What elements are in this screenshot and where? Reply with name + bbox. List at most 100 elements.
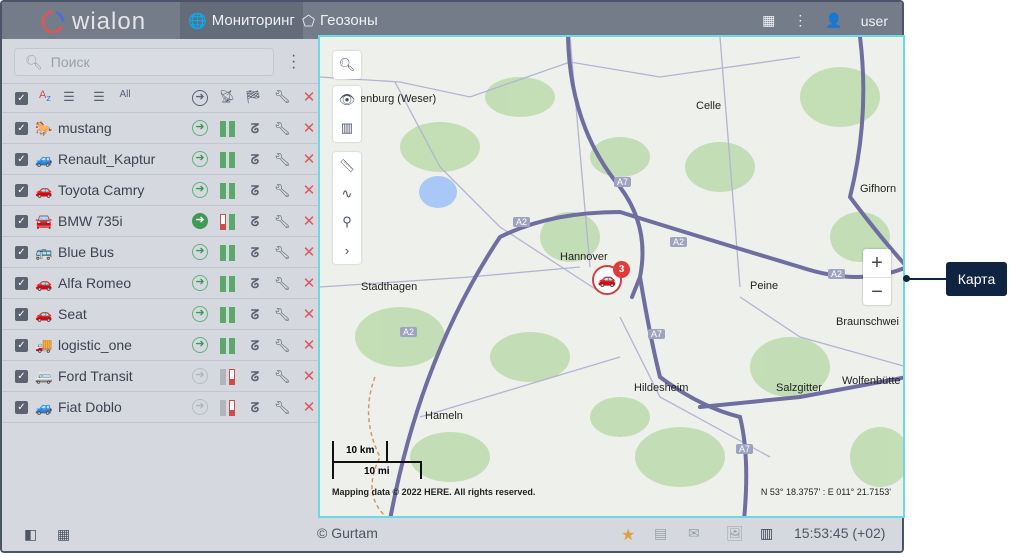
unit-row[interactable]: ✓ 🚙 Renault_Kaptur ➜ ᘔ 🔧︎ ✕: [2, 144, 318, 175]
wrench-icon[interactable]: 🔧︎: [273, 400, 291, 416]
connection-icon[interactable]: ᘔ: [246, 338, 264, 354]
unit-checkbox[interactable]: ✓: [15, 277, 28, 290]
unit-name[interactable]: Ford Transit: [58, 368, 133, 384]
tab-monitoring[interactable]: 🌐 Мониторинг: [180, 2, 303, 39]
add-all-icon[interactable]: All: [116, 89, 134, 100]
wrench-icon[interactable]: 🔧︎: [273, 369, 291, 385]
unit-row[interactable]: ✓ 🚗 Alfa Romeo ➜ ᘔ 🔧︎ ✕: [2, 268, 318, 299]
connection-icon[interactable]: ᘔ: [246, 276, 264, 292]
unit-checkbox[interactable]: ✓: [15, 215, 28, 228]
unit-name[interactable]: Alfa Romeo: [58, 275, 131, 291]
locate-arrow-icon[interactable]: ➜: [192, 151, 208, 167]
unit-row[interactable]: ✓ 🚘 BMW 735i ➜ ᘔ 🔧︎ ✕: [2, 206, 318, 237]
user-icon[interactable]: 👤: [825, 12, 842, 29]
sort-icon[interactable]: Az: [36, 89, 54, 103]
unit-checkbox[interactable]: ✓: [15, 122, 28, 135]
delete-icon[interactable]: ✕: [300, 367, 318, 385]
logo[interactable]: wialon: [40, 8, 146, 36]
unit-name[interactable]: Blue Bus: [58, 244, 114, 260]
unit-checkbox[interactable]: ✓: [15, 370, 28, 383]
notification-icon[interactable]: ▤: [654, 525, 667, 542]
locate-arrow-icon[interactable]: ➜: [192, 399, 208, 415]
connection-icon[interactable]: ᘔ: [246, 121, 264, 137]
unit-name[interactable]: Seat: [58, 306, 87, 322]
delete-icon[interactable]: ✕: [300, 305, 318, 323]
search-input[interactable]: 🔍︎ Поиск: [14, 48, 274, 76]
unit-checkbox[interactable]: ✓: [15, 401, 28, 414]
unit-row[interactable]: ✓ 🚗 Toyota Camry ➜ ᘔ 🔧︎ ✕: [2, 175, 318, 206]
unit-name[interactable]: logistic_one: [58, 337, 132, 353]
wrench-icon[interactable]: 🔧︎: [273, 307, 291, 323]
layout-icon[interactable]: ▥: [760, 525, 773, 542]
tab-geofences[interactable]: ⬠ Геозоны: [294, 2, 386, 39]
delete-icon[interactable]: ✕: [300, 88, 318, 106]
wrench-icon[interactable]: 🔧︎: [273, 245, 291, 261]
apps-grid-icon[interactable]: ▦: [57, 526, 70, 543]
connection-icon[interactable]: ᘔ: [246, 214, 264, 230]
unit-checkbox[interactable]: ✓: [15, 246, 28, 259]
add-to-list-icon[interactable]: ☰: [90, 89, 108, 105]
unit-row[interactable]: ✓ 🚌 Blue Bus ➜ ᘔ 🔧︎ ✕: [2, 237, 318, 268]
messages-icon[interactable]: ✉: [688, 525, 700, 542]
unit-name[interactable]: Fiat Doblo: [58, 399, 122, 415]
map-icon[interactable]: ▥: [333, 114, 361, 142]
chevron-right-icon[interactable]: ›: [333, 236, 361, 264]
connection-icon[interactable]: ᘔ: [246, 307, 264, 323]
unit-checkbox[interactable]: ✓: [15, 153, 28, 166]
connection-icon[interactable]: ᘔ: [246, 369, 264, 385]
delete-icon[interactable]: ✕: [300, 274, 318, 292]
unit-row[interactable]: ✓ 🚚 logistic_one ➜ ᘔ 🔧︎ ✕: [2, 330, 318, 361]
delete-icon[interactable]: ✕: [300, 243, 318, 261]
delete-icon[interactable]: ✕: [300, 336, 318, 354]
select-all-checkbox[interactable]: ✓: [15, 92, 28, 105]
unit-checkbox[interactable]: ✓: [15, 184, 28, 197]
route-icon[interactable]: ∿: [333, 180, 361, 208]
delete-icon[interactable]: ✕: [300, 119, 318, 137]
search-icon[interactable]: 🔍︎: [333, 51, 361, 79]
more-icon[interactable]: · · ·: [291, 48, 296, 76]
unit-name[interactable]: Toyota Camry: [58, 182, 144, 198]
unit-cluster-marker[interactable]: 🚗 3: [592, 261, 630, 295]
unit-row[interactable]: ✓ 🐎 mustang ➜ ᘔ 🔧︎ ✕: [2, 113, 318, 144]
wrench-icon[interactable]: 🔧︎: [273, 183, 291, 199]
list-icon[interactable]: ☰: [60, 89, 78, 105]
image-icon[interactable]: 🖼︎: [726, 525, 744, 542]
delete-icon[interactable]: ✕: [300, 181, 318, 199]
user-name[interactable]: user: [861, 13, 888, 29]
wrench-icon[interactable]: 🔧︎: [273, 276, 291, 292]
locate-arrow-icon[interactable]: ➜: [192, 275, 208, 291]
unit-row[interactable]: ✓ 🚙 Fiat Doblo ➜ ᘔ 🔧︎ ✕: [2, 392, 318, 423]
apps-grid-icon[interactable]: ▦: [762, 12, 775, 29]
locate-arrow-icon[interactable]: ➜: [192, 120, 208, 136]
arrow-icon[interactable]: ➜: [192, 90, 208, 106]
waypoints-icon[interactable]: ⚲: [333, 208, 361, 236]
delete-icon[interactable]: ✕: [300, 212, 318, 230]
ruler-icon[interactable]: 📏︎: [333, 152, 361, 180]
flag-icon[interactable]: 🏁︎: [244, 89, 262, 105]
zoom-in-button[interactable]: +: [863, 249, 891, 277]
delete-icon[interactable]: ✕: [300, 150, 318, 168]
delete-icon[interactable]: ✕: [300, 398, 318, 416]
locate-arrow-icon[interactable]: ➜: [192, 213, 208, 229]
zoom-out-button[interactable]: −: [863, 277, 891, 305]
unit-row[interactable]: ✓ 🚐 Ford Transit ➜ ᘔ 🔧︎ ✕: [2, 361, 318, 392]
unit-name[interactable]: Renault_Kaptur: [58, 151, 155, 167]
locate-arrow-icon[interactable]: ➜: [192, 306, 208, 322]
more-icon[interactable]: ⋮: [793, 12, 807, 29]
wrench-icon[interactable]: 🔧︎: [273, 338, 291, 354]
eye-icon[interactable]: 👁︎: [333, 86, 361, 114]
wrench-icon[interactable]: 🔧︎: [273, 121, 291, 137]
locate-arrow-icon[interactable]: ➜: [192, 244, 208, 260]
locate-arrow-icon[interactable]: ➜: [192, 368, 208, 384]
locate-arrow-icon[interactable]: ➜: [192, 337, 208, 353]
wrench-icon[interactable]: 🔧︎: [273, 214, 291, 230]
connection-icon[interactable]: ᘔ: [246, 183, 264, 199]
locate-arrow-icon[interactable]: ➜: [192, 182, 208, 198]
unit-name[interactable]: mustang: [58, 120, 112, 136]
satellite-icon[interactable]: 📡︎: [218, 89, 236, 105]
connection-icon[interactable]: ᘔ: [246, 400, 264, 416]
unit-name[interactable]: BMW 735i: [58, 213, 123, 229]
unit-checkbox[interactable]: ✓: [15, 308, 28, 321]
map[interactable]: enburg (Weser) Celle Gifhorn Hannover St…: [318, 35, 905, 518]
wrench-icon[interactable]: 🔧︎: [273, 89, 291, 105]
